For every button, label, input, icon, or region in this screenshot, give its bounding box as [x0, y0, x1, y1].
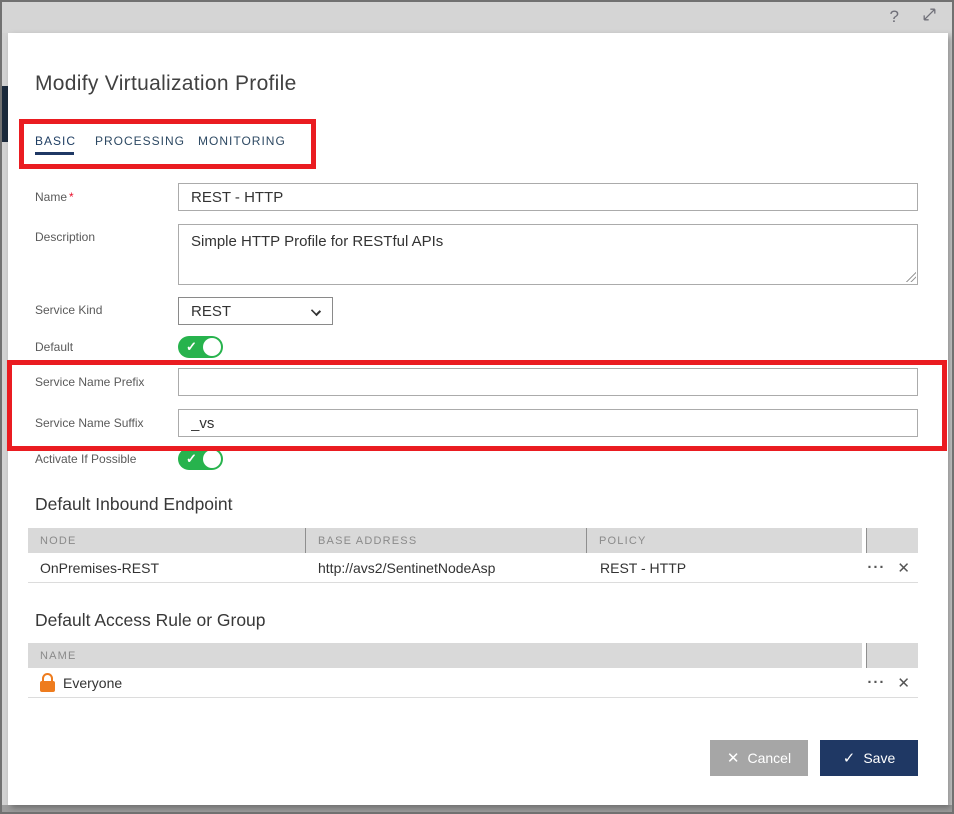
column-header-actions	[866, 528, 918, 553]
application-window: ? Modify Virtualization Profile BASIC PR…	[0, 0, 954, 814]
row-more-icon[interactable]: ···	[867, 563, 885, 573]
service-name-suffix-input[interactable]	[178, 409, 918, 437]
activate-if-possible-label: Activate If Possible	[35, 452, 136, 466]
cancel-button-label: Cancel	[747, 750, 791, 766]
dialog-titlebar: ?	[2, 2, 952, 33]
name-label: Name*	[35, 190, 74, 204]
cell-base-address: http://avs2/SentinetNodeAsp	[306, 560, 588, 576]
access-rule-row: Everyone ··· ✕	[28, 668, 918, 698]
save-button-label: Save	[863, 750, 895, 766]
column-header-base-address: BASE ADDRESS	[305, 528, 586, 553]
tab-monitoring[interactable]: MONITORING	[198, 134, 286, 148]
inbound-endpoint-heading: Default Inbound Endpoint	[35, 494, 233, 515]
access-rule-name: Everyone	[63, 675, 122, 691]
service-name-prefix-label: Service Name Prefix	[35, 375, 144, 389]
column-header-name: NAME	[28, 643, 862, 668]
column-header-policy: POLICY	[586, 528, 862, 553]
description-field-wrap: Simple HTTP Profile for RESTful APIs	[178, 224, 918, 285]
tab-processing[interactable]: PROCESSING	[95, 134, 185, 148]
access-rule-heading: Default Access Rule or Group	[35, 610, 266, 631]
modify-virtualization-profile-dialog: Modify Virtualization Profile BASIC PROC…	[8, 33, 948, 805]
access-rule-table-header: NAME	[28, 643, 918, 668]
service-kind-select[interactable]: REST	[178, 297, 333, 325]
required-asterisk: *	[69, 190, 74, 204]
cancel-button[interactable]: ✕ Cancel	[710, 740, 808, 776]
cell-policy: REST - HTTP	[588, 560, 686, 576]
background-bottom-strip	[2, 805, 952, 812]
column-header-actions	[866, 643, 918, 668]
toggle-check-icon: ✓	[186, 339, 197, 355]
cell-name: Everyone	[28, 673, 122, 692]
service-name-prefix-input[interactable]	[178, 368, 918, 396]
row-more-icon[interactable]: ···	[867, 678, 885, 688]
active-tab-underline	[35, 152, 74, 155]
activate-if-possible-toggle[interactable]: ✓	[178, 448, 223, 470]
help-icon[interactable]: ?	[890, 7, 899, 27]
chevron-down-icon	[311, 306, 321, 316]
expand-icon[interactable]	[921, 6, 938, 28]
column-header-node: NODE	[28, 528, 305, 553]
cancel-x-icon: ✕	[727, 749, 740, 767]
save-check-icon: ✓	[843, 749, 856, 767]
row-remove-icon[interactable]: ✕	[897, 559, 910, 577]
description-textarea[interactable]: Simple HTTP Profile for RESTful APIs	[178, 224, 918, 285]
cell-node: OnPremises-REST	[28, 560, 306, 576]
toggle-knob	[203, 450, 221, 468]
row-remove-icon[interactable]: ✕	[897, 674, 910, 692]
lock-icon	[40, 673, 55, 692]
default-toggle[interactable]: ✓	[178, 336, 223, 358]
tab-basic[interactable]: BASIC	[35, 134, 76, 148]
description-label: Description	[35, 230, 95, 244]
service-kind-label: Service Kind	[35, 303, 102, 317]
default-label: Default	[35, 340, 73, 354]
save-button[interactable]: ✓ Save	[820, 740, 918, 776]
toggle-check-icon: ✓	[186, 451, 197, 467]
inbound-endpoint-table-header: NODE BASE ADDRESS POLICY	[28, 528, 918, 553]
page-title: Modify Virtualization Profile	[35, 72, 297, 96]
service-kind-selected-value: REST	[191, 303, 231, 320]
service-name-suffix-label: Service Name Suffix	[35, 416, 144, 430]
inbound-endpoint-row: OnPremises-REST http://avs2/SentinetNode…	[28, 553, 918, 583]
name-input[interactable]	[178, 183, 918, 211]
resize-grip-icon[interactable]	[906, 272, 916, 282]
toggle-knob	[203, 338, 221, 356]
